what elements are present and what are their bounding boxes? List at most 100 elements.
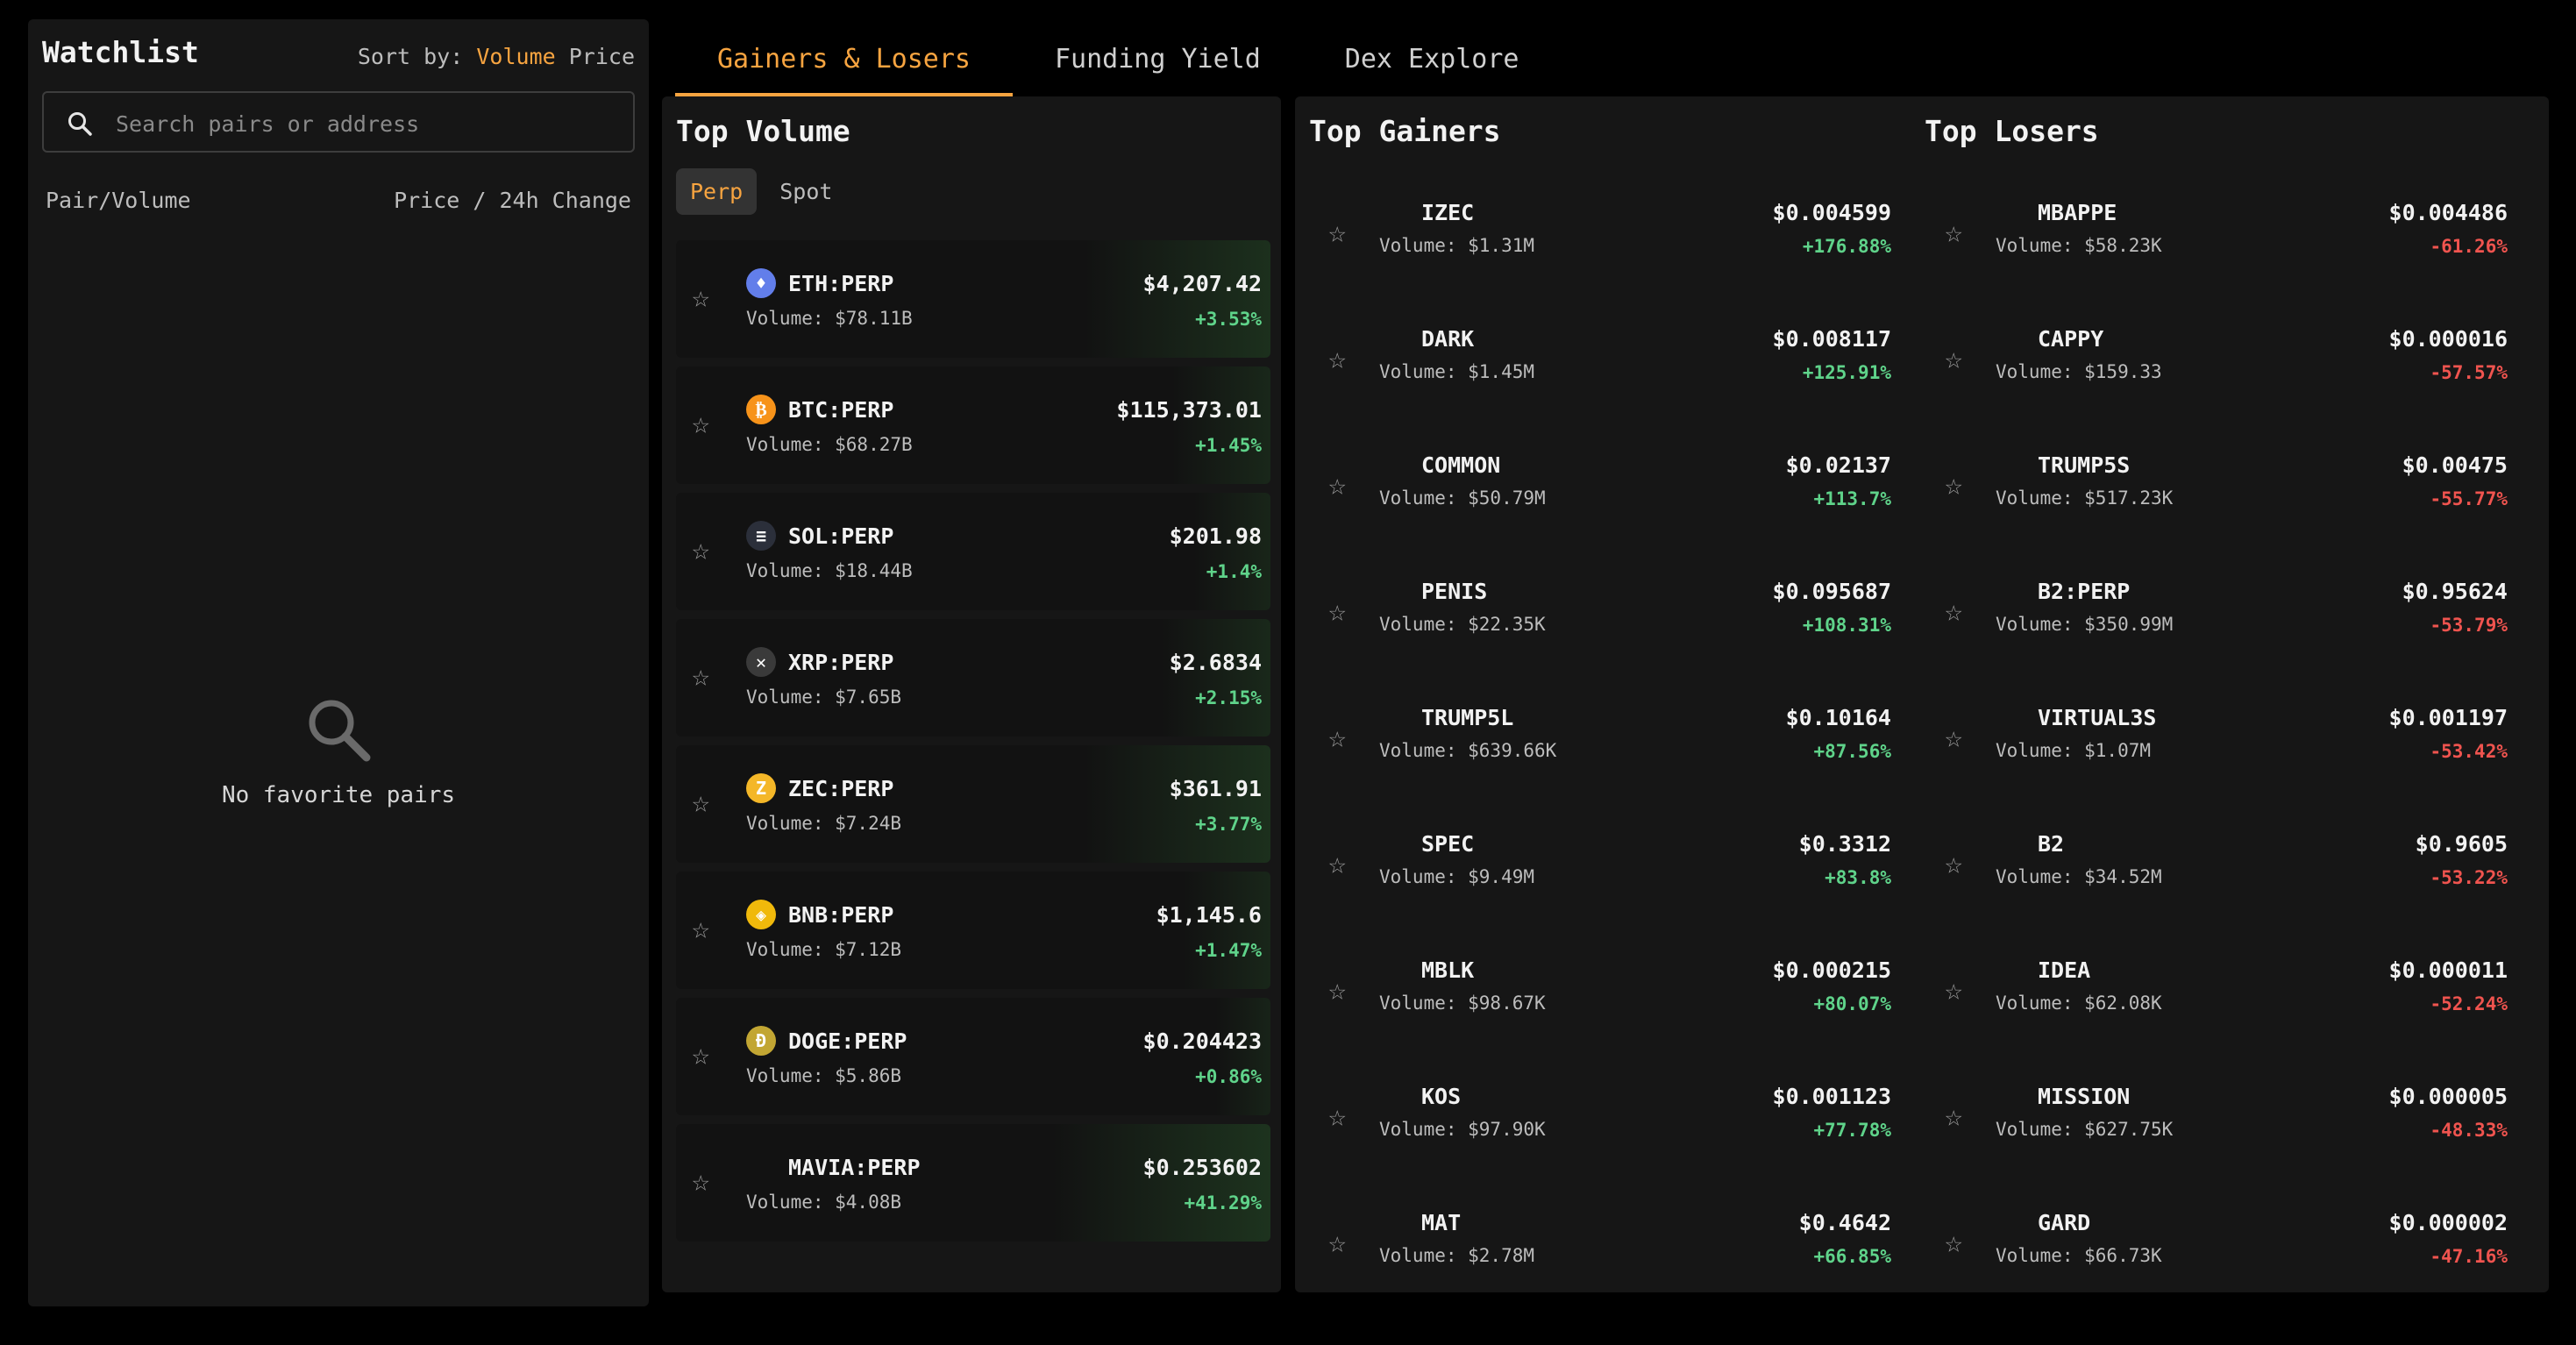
loser-row[interactable]: ☆ VIRTUAL3S Volume: $1.07M $0.001197 -53.42%: [1911, 686, 2525, 812]
pair-price: $0.253602: [1142, 1155, 1262, 1180]
star-icon[interactable]: ☆: [1945, 596, 1962, 626]
star-icon[interactable]: ☆: [1328, 344, 1346, 374]
star-icon[interactable]: ☆: [1945, 1228, 1962, 1257]
sort-price-option[interactable]: Price: [569, 44, 635, 69]
volume-row[interactable]: ☆ ≡ SOL:PERP Volume: $18.44B $201.98 +1.4%: [676, 493, 1270, 610]
star-icon[interactable]: ☆: [692, 914, 709, 943]
pair-change: -53.22%: [2430, 867, 2508, 888]
pair-change: +3.53%: [1195, 309, 1262, 330]
tab-dex-explore[interactable]: Dex Explore: [1303, 35, 1562, 96]
gainer-row[interactable]: ☆ SPEC Volume: $9.49M $0.3312 +83.8%: [1295, 812, 1909, 938]
pair-symbol: MBAPPE: [2038, 200, 2117, 225]
volume-row[interactable]: ☆ MAVIA:PERP Volume: $4.08B $0.253602 +41.29…: [676, 1124, 1270, 1242]
loser-row[interactable]: ☆ MBAPPE Volume: $58.23K $0.004486 -61.26%: [1911, 181, 2525, 307]
pair-price: $0.000005: [2388, 1084, 2508, 1109]
pair-change: +1.45%: [1195, 435, 1262, 456]
gainer-row[interactable]: ☆ IZEC Volume: $1.31M $0.004599 +176.88%: [1295, 181, 1909, 307]
gainer-row[interactable]: ☆ KOS Volume: $97.90K $0.001123 +77.78%: [1295, 1064, 1909, 1191]
pair-volume: Volume: $2.78M: [1379, 1245, 1535, 1266]
star-icon[interactable]: ☆: [1328, 1228, 1346, 1257]
pair-volume: Volume: $9.49M: [1379, 866, 1535, 887]
star-icon[interactable]: ☆: [1945, 470, 1962, 500]
pair-change: +80.07%: [1813, 993, 1891, 1014]
star-icon[interactable]: ☆: [1945, 849, 1962, 879]
star-icon[interactable]: ☆: [692, 787, 709, 817]
gainer-row[interactable]: ☆ PENIS Volume: $22.35K $0.095687 +108.31%: [1295, 559, 1909, 686]
pair-volume: Volume: $62.08K: [1996, 993, 2162, 1014]
tab-gainers-losers[interactable]: Gainers & Losers: [675, 35, 1013, 96]
pair-symbol: MAVIA:PERP: [788, 1155, 921, 1180]
pair-price: $0.9605: [2415, 831, 2508, 857]
spot-toggle[interactable]: Spot: [765, 168, 846, 215]
sort-control: Sort by: Volume Price: [358, 44, 635, 69]
loser-row[interactable]: ☆ CAPPY Volume: $159.33 $0.000016 -57.57%: [1911, 307, 2525, 433]
top-volume-panel: Top Volume Perp Spot ☆ ♦ ETH:PERP Volume: $…: [662, 96, 1281, 1292]
star-icon[interactable]: ☆: [692, 282, 709, 312]
star-icon[interactable]: ☆: [692, 1040, 709, 1070]
pair-volume: Volume: $350.99M: [1996, 614, 2174, 635]
star-icon[interactable]: ☆: [692, 1166, 709, 1196]
xrp-icon: ✕: [746, 647, 776, 677]
search-input[interactable]: Search pairs or address: [42, 91, 635, 153]
star-icon[interactable]: ☆: [1328, 975, 1346, 1005]
star-icon[interactable]: ☆: [1328, 1101, 1346, 1131]
gainer-row[interactable]: ☆ DARK Volume: $1.45M $0.008117 +125.91%: [1295, 307, 1909, 433]
pair-change: -57.57%: [2430, 362, 2508, 383]
loser-row[interactable]: ☆ MISSION Volume: $627.75K $0.000005 -48.33%: [1911, 1064, 2525, 1191]
star-icon[interactable]: ☆: [1328, 470, 1346, 500]
gainer-row[interactable]: ☆ TRUMP5L Volume: $639.66K $0.10164 +87.56%: [1295, 686, 1909, 812]
volume-highlight-bar: [1051, 1124, 1270, 1242]
star-icon[interactable]: ☆: [1328, 722, 1346, 752]
gainer-row[interactable]: ☆ MAT Volume: $2.78M $0.4642 +66.85%: [1295, 1191, 1909, 1317]
pair-symbol: ETH:PERP: [788, 271, 894, 296]
zec-icon: Z: [746, 773, 776, 803]
loser-row[interactable]: ☆ TRUMP5S Volume: $517.23K $0.00475 -55.77%: [1911, 433, 2525, 559]
loser-row[interactable]: ☆ GARD Volume: $66.73K $0.000002 -47.16%: [1911, 1191, 2525, 1317]
pair-price: $0.008117: [1772, 326, 1891, 352]
star-icon[interactable]: ☆: [1945, 722, 1962, 752]
star-icon[interactable]: ☆: [692, 661, 709, 691]
star-icon[interactable]: ☆: [1945, 975, 1962, 1005]
search-icon: [28, 694, 649, 768]
star-icon[interactable]: ☆: [1945, 1101, 1962, 1131]
search-placeholder: Search pairs or address: [116, 111, 420, 137]
pair-volume: Volume: $7.24B: [746, 813, 902, 834]
star-icon[interactable]: ☆: [1328, 217, 1346, 247]
gainer-row[interactable]: ☆ COMMON Volume: $50.79M $0.02137 +113.7%: [1295, 433, 1909, 559]
star-icon[interactable]: ☆: [1945, 217, 1962, 247]
sort-volume-option[interactable]: Volume: [476, 44, 555, 69]
volume-row[interactable]: ☆ ✕ XRP:PERP Volume: $7.65B $2.6834 +2.15%: [676, 619, 1270, 737]
loser-row[interactable]: ☆ B2:PERP Volume: $350.99M $0.95624 -53.79%: [1911, 559, 2525, 686]
loser-row[interactable]: ☆ IDEA Volume: $62.08K $0.000011 -52.24%: [1911, 938, 2525, 1064]
pair-symbol: PENIS: [1421, 579, 1488, 604]
pair-symbol: MBLK: [1421, 957, 1475, 983]
tab-funding-yield[interactable]: Funding Yield: [1013, 35, 1303, 96]
star-icon[interactable]: ☆: [1328, 596, 1346, 626]
volume-row[interactable]: ☆ ♦ ETH:PERP Volume: $78.11B $4,207.42 +3.53%: [676, 240, 1270, 358]
pair-price: $1,145.6: [1156, 902, 1262, 928]
pair-symbol: SOL:PERP: [788, 523, 894, 549]
star-icon[interactable]: ☆: [1945, 344, 1962, 374]
loser-row[interactable]: ☆ B2 Volume: $34.52M $0.9605 -53.22%: [1911, 812, 2525, 938]
star-icon[interactable]: ☆: [692, 409, 709, 438]
pair-change: -52.24%: [2430, 993, 2508, 1014]
volume-row[interactable]: ☆ ◈ BNB:PERP Volume: $7.12B $1,145.6 +1.47%: [676, 872, 1270, 989]
volume-row[interactable]: ☆ ₿ BTC:PERP Volume: $68.27B $115,373.01 +1.4…: [676, 366, 1270, 484]
volume-row[interactable]: ☆ Ð DOGE:PERP Volume: $5.86B $0.204423 +0.86%: [676, 998, 1270, 1115]
pair-symbol: CAPPY: [2038, 326, 2104, 352]
star-icon[interactable]: ☆: [1328, 849, 1346, 879]
gainer-row[interactable]: ☆ MBLK Volume: $98.67K $0.000215 +80.07%: [1295, 938, 1909, 1064]
pair-price: $0.02137: [1785, 452, 1891, 478]
volume-row[interactable]: ☆ Z ZEC:PERP Volume: $7.24B $361.91 +3.77%: [676, 745, 1270, 863]
top-gainers-list: ☆ IZEC Volume: $1.31M $0.004599 +176.88% ☆ DAR…: [1295, 181, 1909, 1317]
pair-price: $0.004599: [1772, 200, 1891, 225]
market-type-toggle: Perp Spot: [676, 168, 846, 215]
perp-toggle[interactable]: Perp: [676, 168, 758, 215]
volume-highlight-bar: [1084, 745, 1270, 863]
pair-change: +2.15%: [1195, 687, 1262, 708]
col-price-change: Price / 24h Change: [394, 188, 631, 213]
pair-volume: Volume: $68.27B: [746, 434, 913, 455]
pair-price: $201.98: [1169, 523, 1262, 549]
pair-change: +3.77%: [1195, 814, 1262, 835]
star-icon[interactable]: ☆: [692, 535, 709, 565]
